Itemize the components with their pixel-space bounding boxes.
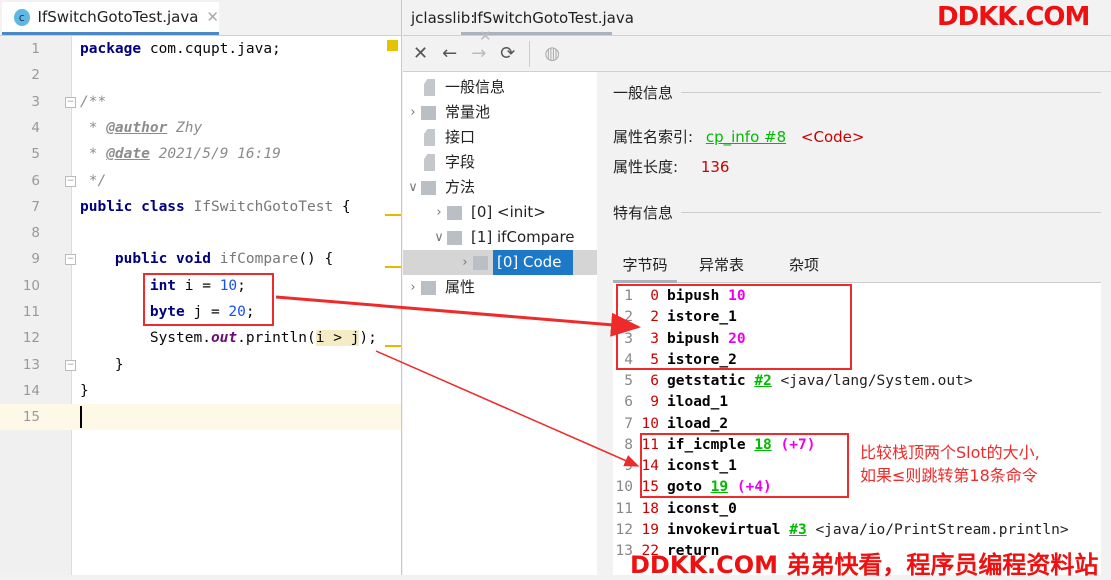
arrow xyxy=(275,295,641,337)
watermark-logo: DDKK.COM xyxy=(937,2,1090,32)
annotation-arrows xyxy=(275,295,641,467)
arrow xyxy=(375,350,640,467)
annotation-line: 如果≤则跳转第18条命令 xyxy=(860,466,1038,485)
annotation-note: 比较栈顶两个Slot的大小, 如果≤则跳转第18条命令 xyxy=(860,441,1040,487)
annotation-line: 比较栈顶两个Slot的大小, xyxy=(860,443,1040,462)
